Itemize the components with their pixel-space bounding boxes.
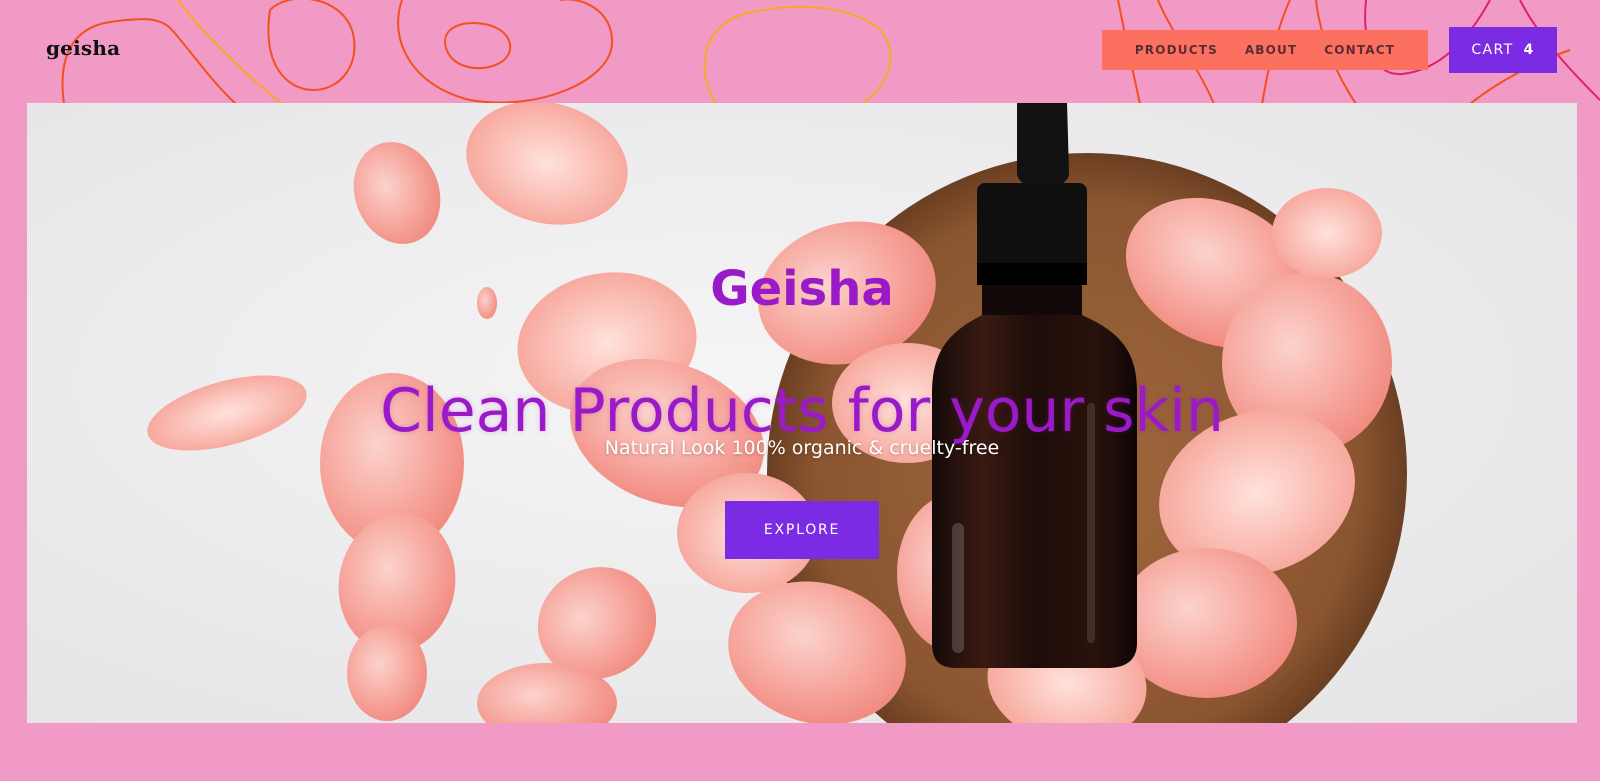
nav-link-contact[interactable]: CONTACT	[1324, 43, 1395, 57]
nav-link-about[interactable]: ABOUT	[1245, 43, 1298, 57]
hero-brand: Geisha	[710, 261, 894, 317]
cart-count-badge: 4	[1523, 42, 1535, 58]
cart-button[interactable]: CART 4	[1449, 27, 1557, 73]
explore-button[interactable]: EXPLORE	[725, 501, 879, 559]
hero-text-block: Geisha Clean Products for your skin Natu…	[27, 103, 1577, 723]
site-header: geisha PRODUCTS ABOUT CONTACT CART 4	[0, 0, 1600, 104]
hero-banner: Geisha Clean Products for your skin Natu…	[27, 103, 1577, 723]
hero-subheading: Natural Look 100% organic & cruelty-free	[604, 437, 1000, 459]
main-nav: PRODUCTS ABOUT CONTACT	[1102, 30, 1428, 70]
hero-heading: Clean Products for your skin	[380, 376, 1224, 447]
nav-link-products[interactable]: PRODUCTS	[1135, 43, 1218, 57]
cart-label: CART	[1471, 42, 1514, 58]
logo[interactable]: geisha	[46, 36, 120, 60]
